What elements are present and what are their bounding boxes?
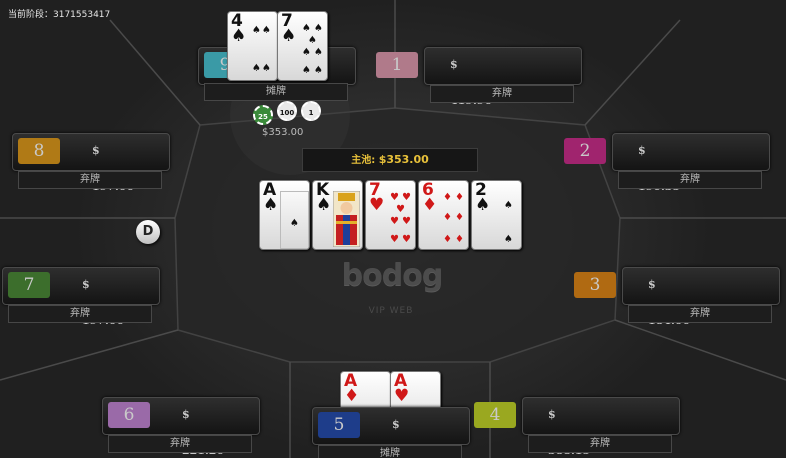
seat-panel: [622, 267, 780, 305]
dealer-button: D: [136, 220, 160, 244]
card-pip: ♠: [504, 200, 513, 211]
card-pip: ♠: [262, 25, 271, 36]
card-pip: ♥: [390, 192, 399, 203]
card-suit: ♠: [263, 195, 279, 215]
card-pip: ♥: [402, 216, 411, 227]
seat-number: 8: [18, 138, 60, 164]
card-pip: ♥: [402, 234, 411, 245]
board-card-2: K ♠: [312, 180, 363, 250]
card-pip: ♠: [290, 218, 299, 229]
card-suit: ♦: [422, 195, 438, 215]
seat-number: 7: [8, 272, 50, 298]
pot-label: 主池:: [351, 155, 376, 166]
board-card-1: A ♠ ♠: [259, 180, 310, 250]
card-pip: ♦: [443, 192, 452, 203]
card-pip: ♥: [390, 234, 399, 245]
card-pip: ♠: [302, 23, 311, 34]
card-suit: ♥: [394, 386, 410, 406]
seat-status: 弃牌: [618, 171, 762, 189]
board-card-5: 2 ♠ ♠ ♠: [471, 180, 522, 250]
poker-table: 当前阶段：3171553417 9 摊牌 4 ♠ ♠ ♠ ♠ ♠ 7 ♠ ♠ ♠…: [0, 0, 786, 458]
card-pip: ♠: [504, 234, 513, 245]
card-suit: ♠: [475, 195, 491, 215]
card-pip: ♠: [308, 35, 317, 46]
seat-status: 弃牌: [628, 305, 772, 323]
seat-stack: $ 197.00: [92, 144, 134, 193]
seat-9-card-1: 4 ♠ ♠ ♠ ♠ ♠: [227, 11, 278, 81]
card-pip: ♠: [314, 23, 323, 34]
seat-status: 弃牌: [18, 171, 162, 189]
card-pip: ♦: [455, 234, 464, 245]
seat-status: 弃牌: [8, 305, 152, 323]
bodog-logo: bodog: [341, 258, 444, 293]
seat-panel: [612, 133, 770, 171]
card-suit: ♠: [231, 26, 247, 46]
seat-panel: [424, 47, 582, 85]
seat-stack: $ 221.20: [182, 408, 224, 457]
card-pip: ♠: [252, 25, 261, 36]
card-pip: ♠: [314, 65, 323, 76]
seat-number: 6: [108, 402, 150, 428]
seat-stack: $ 388.15: [548, 408, 590, 457]
king-face-image: [333, 191, 360, 247]
card-suit: ♠: [281, 26, 297, 46]
seat-number: 3: [574, 272, 616, 298]
main-pot: 主池: $353.00: [302, 148, 478, 172]
seat-status: 弃牌: [430, 85, 574, 103]
card-suit: ♠: [316, 195, 332, 215]
hand-id-label: 当前阶段：3171553417: [8, 10, 111, 20]
board-card-4: 6 ♦ ♦ ♦ ♦ ♦ ♦ ♦: [418, 180, 469, 250]
seat-stack: $ 419.90: [450, 58, 492, 107]
seat-number: 2: [564, 138, 606, 164]
chip-100: 100: [277, 101, 297, 121]
seat-status: 弃牌: [108, 435, 252, 453]
bet-amount: $353.00: [262, 127, 304, 138]
seat-number: 1: [376, 52, 418, 78]
card-pip: ♦: [455, 192, 464, 203]
card-pip: ♠: [302, 47, 311, 58]
card-pip: ♥: [396, 204, 405, 215]
card-pip: ♠: [314, 47, 323, 58]
seat-stack: $ 190.35: [638, 144, 680, 193]
card-pip: ♥: [390, 216, 399, 227]
seat-stack: $ 66.85: [392, 418, 426, 458]
seat-number: 4: [474, 402, 516, 428]
card-pip: ♦: [443, 212, 452, 223]
seat-panel: [522, 397, 680, 435]
chip-1: 1: [301, 101, 321, 121]
card-suit: ♦: [344, 386, 360, 406]
card-pip: ♠: [252, 63, 261, 74]
seat-stack: $ 197.00: [82, 278, 124, 327]
seat-stack: $ 184.00: [648, 278, 690, 327]
chip-25: 25: [253, 105, 273, 125]
logo-subtitle: VIP WEB: [368, 306, 414, 316]
card-pip: ♠: [262, 63, 271, 74]
card-pip: ♥: [402, 192, 411, 203]
card-pip: ♦: [455, 212, 464, 223]
card-suit: ♥: [369, 195, 385, 215]
seat-number: 5: [318, 412, 360, 438]
seat-status: 弃牌: [528, 435, 672, 453]
card-pip: ♠: [302, 65, 311, 76]
board-card-3: 7 ♥ ♥ ♥ ♥ ♥ ♥ ♥ ♥: [365, 180, 416, 250]
seat-status: 摊牌: [318, 445, 462, 458]
seat-status: 摊牌: [204, 83, 348, 101]
seat-9-card-2: 7 ♠ ♠ ♠ ♠ ♠ ♠ ♠ ♠: [277, 11, 328, 81]
pot-amount: $353.00: [378, 153, 429, 166]
card-pip: ♦: [443, 234, 452, 245]
